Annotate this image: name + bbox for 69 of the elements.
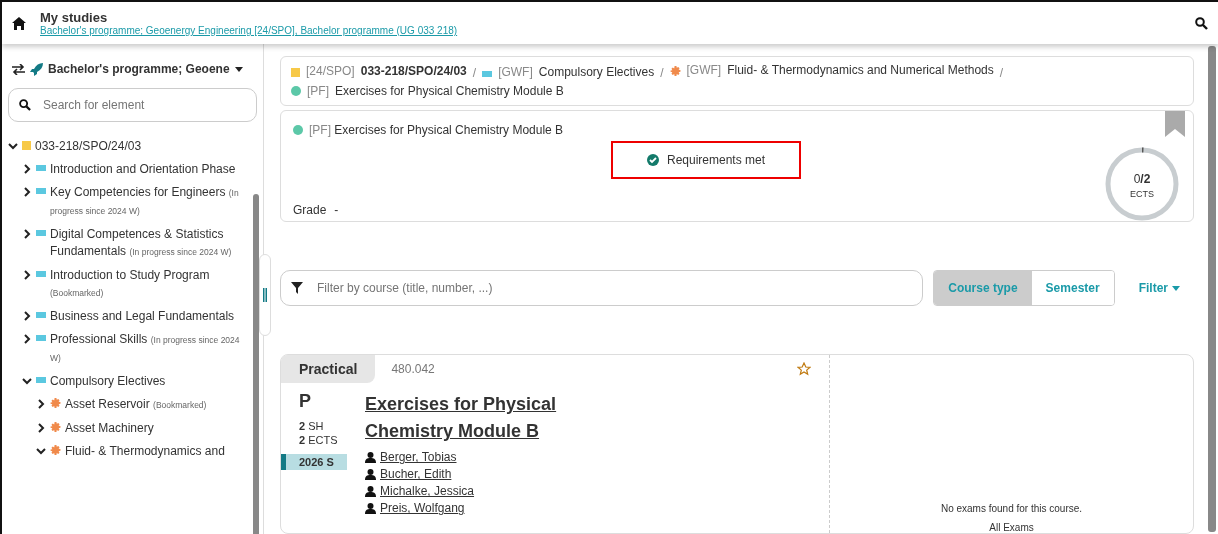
course-type-label: Practical: [281, 355, 376, 384]
all-exams-link[interactable]: All Exams: [989, 522, 1034, 533]
scrollbar[interactable]: [1208, 46, 1216, 532]
check-circle-icon: [646, 153, 659, 166]
chevron-right-icon[interactable]: [36, 423, 46, 433]
tree-item[interactable]: Introduction and Orientation Phase: [50, 161, 236, 178]
tree-item[interactable]: Introduction to Study Program (Bookmarked): [50, 267, 243, 302]
tree-item[interactable]: Digital Competences & Statistics Fundamentals (In progress since 2024 W): [50, 226, 243, 261]
search-icon[interactable]: [1195, 16, 1208, 30]
scrollbar[interactable]: [253, 194, 259, 534]
course-heading: [PF] Exercises for Physical Chemistry Module B: [309, 122, 564, 137]
tree-item[interactable]: Fluid- & Thermodynamics and: [65, 443, 225, 460]
hours-text: 2 SH: [298, 420, 325, 433]
tree-item[interactable]: Compulsory Electives: [50, 373, 166, 390]
grip-icon[interactable]: [263, 288, 267, 302]
person-icon: [365, 469, 376, 481]
breadcrumb-item[interactable]: [GWF] Compulsory Electives: [482, 62, 655, 81]
chevron-right-icon[interactable]: [22, 270, 32, 280]
status-text: Requirements met: [666, 152, 765, 167]
filter-field[interactable]: Filter by course (title, number, ...): [280, 270, 924, 307]
lecturer-link[interactable]: Bucher, Edith: [380, 466, 452, 484]
home-icon[interactable]: [12, 16, 26, 30]
chevron-right-icon[interactable]: [22, 164, 32, 174]
programme-link[interactable]: Bachelor's programme; Geoenergy Engineering [24/SPO], Bachelor programme (UG 033 218): [40, 25, 1181, 36]
breadcrumb-item[interactable]: [PF] Exercises for Physical Chemistry Module B: [291, 81, 564, 100]
breadcrumb-separator: /: [472, 65, 477, 80]
lecturer-link[interactable]: Michalke, Jessica: [380, 483, 475, 501]
chevron-right-icon[interactable]: [22, 187, 32, 197]
person-icon: [365, 486, 376, 498]
lecturer-link[interactable]: Preis, Wolfgang: [380, 500, 465, 518]
search-field[interactable]: Search for element: [8, 88, 257, 122]
ects-progress-ring: 0/2 ECTS: [1105, 146, 1179, 221]
lecturer-link[interactable]: Berger, Tobias: [380, 449, 457, 467]
chevron-right-icon[interactable]: [22, 229, 32, 239]
tree-item[interactable]: Professional Skills (In progress since 2024 W): [50, 331, 243, 367]
rocket-icon: [30, 62, 43, 76]
chevron-down-icon[interactable]: [36, 446, 46, 456]
grade-label: Grade: [293, 202, 327, 217]
resize-handle[interactable]: [259, 254, 271, 336]
chevron-down-icon[interactable]: [22, 376, 32, 386]
chevron-right-icon[interactable]: [22, 334, 32, 344]
tree-item[interactable]: Business and Legal Fundamentals: [50, 308, 235, 325]
tree-item[interactable]: Asset Reservoir (Bookmarked): [65, 396, 207, 414]
chevron-right-icon[interactable]: [22, 311, 32, 321]
person-icon: [365, 503, 376, 515]
breadcrumb-separator: /: [660, 65, 664, 80]
search-icon: [19, 99, 31, 111]
grade-value: -: [334, 202, 339, 217]
course-code: P: [298, 391, 312, 413]
course-title-link[interactable]: Exercises for Physical Chemistry Module B: [365, 391, 595, 446]
course-number: 480.042: [391, 362, 436, 377]
programme-selector[interactable]: Bachelor's programme; Geoene: [48, 62, 230, 76]
breadcrumb-separator: /: [999, 65, 1004, 80]
star-icon[interactable]: [797, 362, 811, 377]
empty-message: No exams found for this course.: [940, 503, 1083, 514]
chevron-right-icon[interactable]: [36, 399, 46, 409]
breadcrumb-item[interactable]: [GWF] Fluid- & Thermodynamics and Numerical Methods: [669, 61, 994, 79]
tree-item[interactable]: Key Competencies for Engineers (In progress since 2024 W): [50, 184, 243, 220]
funnel-icon: [291, 282, 303, 295]
caret-icon[interactable]: [234, 66, 243, 72]
chevron-down-icon[interactable]: [8, 141, 18, 151]
tree-item[interactable]: Asset Machinery: [65, 420, 154, 437]
breadcrumb-item[interactable]: [24/SPO] 033-218/SPO/24/03: [291, 61, 467, 80]
swap-arrows-icon[interactable]: [12, 63, 25, 75]
person-icon: [365, 452, 376, 464]
semester-tag: 2026 S: [281, 454, 347, 471]
credits-text: 2 ECTS: [298, 434, 339, 447]
tree-item[interactable]: 033-218/SPO/24/03: [35, 138, 142, 155]
page-title: My studies: [40, 10, 109, 25]
